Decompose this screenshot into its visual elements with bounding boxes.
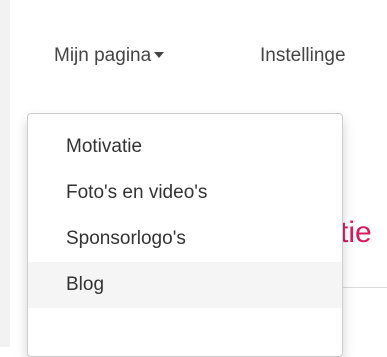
caret-down-icon	[154, 51, 165, 58]
dropdown-item-sponsor-logos[interactable]: Sponsorlogo's	[28, 216, 342, 262]
my-page-dropdown-menu: Motivatie Foto's en video's Sponsorlogo'…	[27, 113, 343, 357]
nav-item-settings-label: Instellinge	[260, 45, 346, 66]
nav-item-my-page[interactable]: Mijn pagina	[54, 44, 165, 68]
content-divider	[340, 287, 387, 288]
left-edge-strip	[0, 0, 10, 347]
dropdown-item-photos-videos[interactable]: Foto's en video's	[28, 170, 342, 216]
dropdown-item-blog[interactable]: Blog	[28, 262, 342, 308]
nav-item-my-page-label: Mijn pagina	[54, 45, 152, 66]
top-navbar: Mijn pagina Instellinge	[10, 0, 387, 120]
dropdown-item-motivatie[interactable]: Motivatie	[28, 124, 342, 170]
nav-item-settings[interactable]: Instellinge	[260, 44, 346, 68]
